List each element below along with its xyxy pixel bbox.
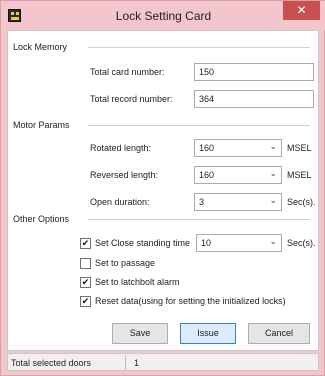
cancel-button[interactable]: Cancel [248,323,310,344]
selected-doors-count: 1 [134,358,140,368]
open-duration-unit: Sec(s). [287,197,316,207]
rotated-length-select[interactable]: 160 ⌄ [194,139,282,157]
total-card-field[interactable]: 150 [194,63,314,81]
group-divider [88,125,310,126]
reversed-length-unit: MSEL [287,170,312,180]
close-standing-label: Set Close standing time [95,238,191,248]
reversed-length-select[interactable]: 160 ⌄ [194,166,282,184]
chevron-down-icon: ⌄ [269,141,277,151]
reset-data-option[interactable]: ✔ Reset data(using for setting the initi… [80,295,314,309]
reset-data-label: Reset data(using for setting the initial… [95,296,286,306]
close-standing-unit: Sec(s). [287,238,316,248]
passage-option[interactable]: Set to passage [80,257,190,271]
status-label: Total selected doors [11,358,92,368]
rotated-length-label: Rotated length: [90,143,152,153]
open-duration-value: 3 [199,197,205,207]
close-standing-option[interactable]: ✔ Set Close standing time [80,237,195,251]
dialog-body: Lock Memory Total card number: 150 Total… [7,30,319,351]
group-label-motor-params: Motor Params [13,120,70,130]
latchbolt-option[interactable]: ✔ Set to latchbolt alarm [80,276,220,290]
lock-setting-window: Lock Setting Card ✕ Lock Memory Total ca… [0,0,325,376]
rotated-length-unit: MSEL [287,143,312,153]
chevron-down-icon: ⌄ [269,195,277,205]
window-title: Lock Setting Card [115,9,212,23]
open-duration-select[interactable]: 3 ⌄ [194,193,282,211]
close-standing-checkbox[interactable]: ✔ [80,238,91,249]
reversed-length-label: Reversed length: [90,170,159,180]
status-bar: Total selected doors 1 [7,353,319,371]
group-divider [88,219,310,220]
group-divider [88,47,310,48]
status-divider [125,355,126,370]
passage-label: Set to passage [95,258,156,268]
save-button[interactable]: Save [112,323,168,344]
chevron-down-icon: ⌄ [269,236,277,246]
group-label-other-options: Other Options [13,214,70,224]
rotated-length-value: 160 [199,143,215,153]
close-button[interactable]: ✕ [283,1,320,20]
issue-button[interactable]: Issue [180,323,236,344]
latchbolt-label: Set to latchbolt alarm [95,277,180,287]
reset-data-checkbox[interactable]: ✔ [80,296,91,307]
close-standing-select[interactable]: 10 ⌄ [196,234,282,252]
total-card-label: Total card number: [90,67,165,77]
chevron-down-icon: ⌄ [269,168,277,178]
group-label-lock-memory: Lock Memory [13,42,68,52]
passage-checkbox[interactable] [80,258,91,269]
open-duration-label: Open duration: [90,197,150,207]
total-record-field[interactable]: 364 [194,90,314,108]
total-record-label: Total record number: [90,94,173,104]
title-bar[interactable]: Lock Setting Card ✕ [1,1,325,30]
latchbolt-checkbox[interactable]: ✔ [80,277,91,288]
close-standing-value: 10 [201,238,212,248]
reversed-length-value: 160 [199,170,215,180]
